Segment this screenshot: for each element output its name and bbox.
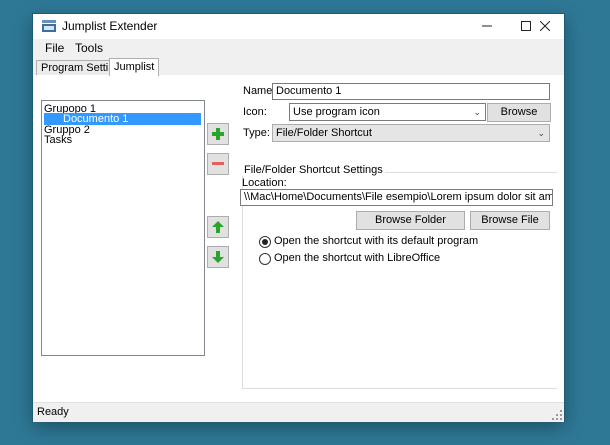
move-up-button[interactable] — [207, 216, 229, 238]
move-down-button[interactable] — [207, 246, 229, 268]
browse-folder-button[interactable]: Browse Folder — [356, 211, 465, 230]
tab-jumplist[interactable]: Jumplist — [109, 58, 160, 76]
browse-icon-button[interactable]: Browse — [487, 103, 551, 122]
name-label: Name: — [243, 85, 276, 97]
icon-label: Icon: — [243, 106, 267, 118]
type-select[interactable]: File/Folder Shortcut ⌄ — [272, 124, 550, 142]
location-label: Location: — [242, 177, 287, 189]
location-field[interactable]: \\Mac\Home\Documents\File esempio\Lorem … — [240, 189, 553, 206]
minus-icon — [212, 162, 224, 165]
window-title: Jumplist Extender — [62, 19, 158, 33]
radio-default-program[interactable] — [259, 236, 271, 248]
menu-bar: File Tools — [33, 39, 564, 58]
type-select-value: File/Folder Shortcut — [276, 127, 372, 139]
add-item-button[interactable] — [207, 123, 229, 145]
name-field[interactable]: Documento 1 — [272, 83, 550, 100]
close-button[interactable] — [525, 14, 564, 39]
chevron-down-icon: ⌄ — [537, 128, 545, 138]
app-window: Jumplist Extender File Tools Program Set… — [33, 14, 564, 422]
title-bar: Jumplist Extender — [33, 14, 564, 39]
radio-default-program-label[interactable]: Open the shortcut with its default progr… — [274, 235, 478, 247]
shortcut-settings-title: File/Folder Shortcut Settings — [242, 164, 385, 176]
status-bar: Ready — [33, 402, 564, 422]
arrow-up-icon — [212, 221, 224, 233]
menu-file[interactable]: File — [45, 41, 64, 55]
app-icon — [42, 20, 56, 32]
tree-item-tasks[interactable]: Tasks — [44, 134, 72, 146]
radio-libreoffice[interactable] — [259, 253, 271, 265]
menu-tools[interactable]: Tools — [75, 41, 103, 55]
icon-select[interactable]: Use program icon ⌄ — [289, 103, 486, 121]
minimize-button[interactable] — [467, 14, 506, 39]
jumplist-panel: Grupopo 1 Documento 1 Gruppo 2 Tasks Nam… — [33, 75, 564, 402]
close-icon — [539, 20, 550, 32]
chevron-down-icon: ⌄ — [473, 107, 481, 117]
minimize-icon — [481, 25, 492, 27]
resize-grip-icon[interactable] — [552, 410, 562, 420]
arrow-down-icon — [212, 251, 224, 263]
plus-icon — [212, 128, 224, 140]
jumplist-tree[interactable]: Grupopo 1 Documento 1 Gruppo 2 Tasks — [41, 100, 205, 356]
icon-select-value: Use program icon — [293, 106, 380, 118]
radio-libreoffice-label[interactable]: Open the shortcut with LibreOffice — [274, 252, 440, 264]
type-label: Type: — [243, 127, 270, 139]
status-text: Ready — [37, 406, 69, 418]
browse-file-button[interactable]: Browse File — [470, 211, 550, 230]
tab-strip: Program Settings Jumplist — [33, 58, 564, 76]
remove-item-button[interactable] — [207, 153, 229, 175]
